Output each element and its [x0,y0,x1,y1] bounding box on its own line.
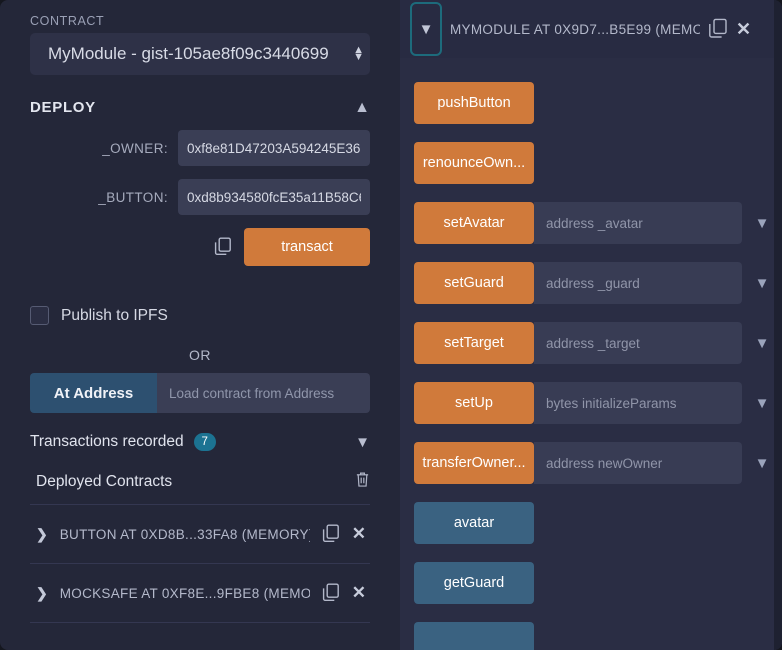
close-icon[interactable]: ✕ [352,524,366,544]
trash-icon[interactable] [355,471,370,492]
deploy-title: DEPLOY [30,99,96,116]
select-spinner-icon[interactable]: ▲ ▼ [353,45,364,63]
function-button-transferowner[interactable]: transferOwner... [414,442,534,484]
transactions-recorded-badge: 7 [193,433,216,451]
function-row: setAvatar▼ [400,202,782,244]
function-row [400,622,782,650]
publish-ipfs-row[interactable]: Publish to IPFS [30,306,370,325]
contract-select[interactable]: MyModule - gist-105ae8f09c3440699 ▲ ▼ [30,33,370,75]
at-address-input[interactable] [157,373,370,413]
function-row: getGuard [400,562,782,604]
at-address-row: At Address [30,373,370,413]
function-button-settarget[interactable]: setTarget [414,322,534,364]
function-row: avatar [400,502,782,544]
function-row: setTarget▼ [400,322,782,364]
vertical-scrollbar[interactable] [774,0,782,650]
function-button-pushbutton[interactable]: pushButton [414,82,534,124]
copy-icon[interactable] [322,583,340,603]
deployed-contracts-label: Deployed Contracts [36,472,173,490]
close-icon[interactable]: ✕ [736,19,751,40]
deployed-contract-item-button[interactable]: ❯ BUTTON AT 0XD8B...33FA8 (MEMORY) ✕ [30,505,370,563]
transactions-recorded-row[interactable]: Transactions recorded 7 ▼ [30,413,370,461]
chevron-right-icon[interactable]: ❯ [36,526,48,543]
button-field-row: _BUTTON: [30,179,370,215]
copy-icon[interactable] [322,524,340,544]
function-button-setavatar[interactable]: setAvatar [414,202,534,244]
function-button-setguard[interactable]: setGuard [414,262,534,304]
chevron-down-icon[interactable]: ▼ [355,434,370,451]
close-icon[interactable]: ✕ [352,583,366,603]
contract-select-value: MyModule - gist-105ae8f09c3440699 [48,44,329,63]
function-button-avatar[interactable]: avatar [414,502,534,544]
transact-row: transact [30,228,370,266]
function-button-setup[interactable]: setUp [414,382,534,424]
function-param-input[interactable] [534,322,742,364]
function-row: setUp▼ [400,382,782,424]
publish-ipfs-label: Publish to IPFS [61,306,168,324]
function-row: setGuard▼ [400,262,782,304]
button-field-label: _BUTTON: [98,189,168,205]
deployed-contract-title: MOCKSAFE AT 0XF8E...9FBE8 (MEMORY) [59,585,310,601]
deployed-contracts-row: Deployed Contracts [30,461,370,504]
deploy-section-header[interactable]: DEPLOY ▲ [30,75,370,130]
function-button-getguard[interactable]: getGuard [414,562,534,604]
contract-instance-title: MYMODULE AT 0X9D7...B5E99 (MEMORY) [450,21,700,37]
publish-ipfs-checkbox[interactable] [30,306,49,325]
divider [30,622,370,623]
deployed-contract-title: BUTTON AT 0XD8B...33FA8 (MEMORY) [59,526,310,542]
button-input[interactable] [178,179,370,215]
function-param-input[interactable] [534,442,742,484]
chevron-right-icon[interactable]: ❯ [36,585,48,602]
function-row: pushButton [400,82,782,124]
function-button-renounceown[interactable]: renounceOwn... [414,142,534,184]
chevron-up-icon[interactable]: ▲ [354,99,370,116]
chevron-down-icon[interactable]: ▼ [410,2,442,56]
deploy-sidebar: CONTRACT MyModule - gist-105ae8f09c34406… [0,0,400,650]
remix-deploy-run-panel: CONTRACT MyModule - gist-105ae8f09c34406… [0,0,782,650]
function-button-unnamed-9[interactable] [414,622,534,650]
transact-button[interactable]: transact [244,228,370,266]
function-param-input[interactable] [534,202,742,244]
copy-icon[interactable] [708,18,728,40]
owner-field-label: _OWNER: [102,140,168,156]
function-param-input[interactable] [534,382,742,424]
contract-section-label: CONTRACT [30,14,105,28]
function-row: transferOwner...▼ [400,442,782,484]
owner-input[interactable] [178,130,370,166]
contract-instance-panel: ▼ MYMODULE AT 0X9D7...B5E99 (MEMORY) ✕ p… [400,0,782,650]
function-row: renounceOwn... [400,142,782,184]
function-param-input[interactable] [534,262,742,304]
deployed-contract-item-mocksafe[interactable]: ❯ MOCKSAFE AT 0XF8E...9FBE8 (MEMORY) ✕ [30,564,370,622]
copy-icon[interactable] [214,237,232,257]
at-address-button[interactable]: At Address [30,373,157,413]
transactions-recorded-label: Transactions recorded [30,433,184,450]
contract-instance-header: ▼ MYMODULE AT 0X9D7...B5E99 (MEMORY) ✕ [400,0,782,58]
or-separator-label: OR [189,347,211,363]
owner-field-row: _OWNER: [30,130,370,166]
contract-functions-list: pushButton renounceOwn... setAvatar▼ setGua… [400,58,782,650]
